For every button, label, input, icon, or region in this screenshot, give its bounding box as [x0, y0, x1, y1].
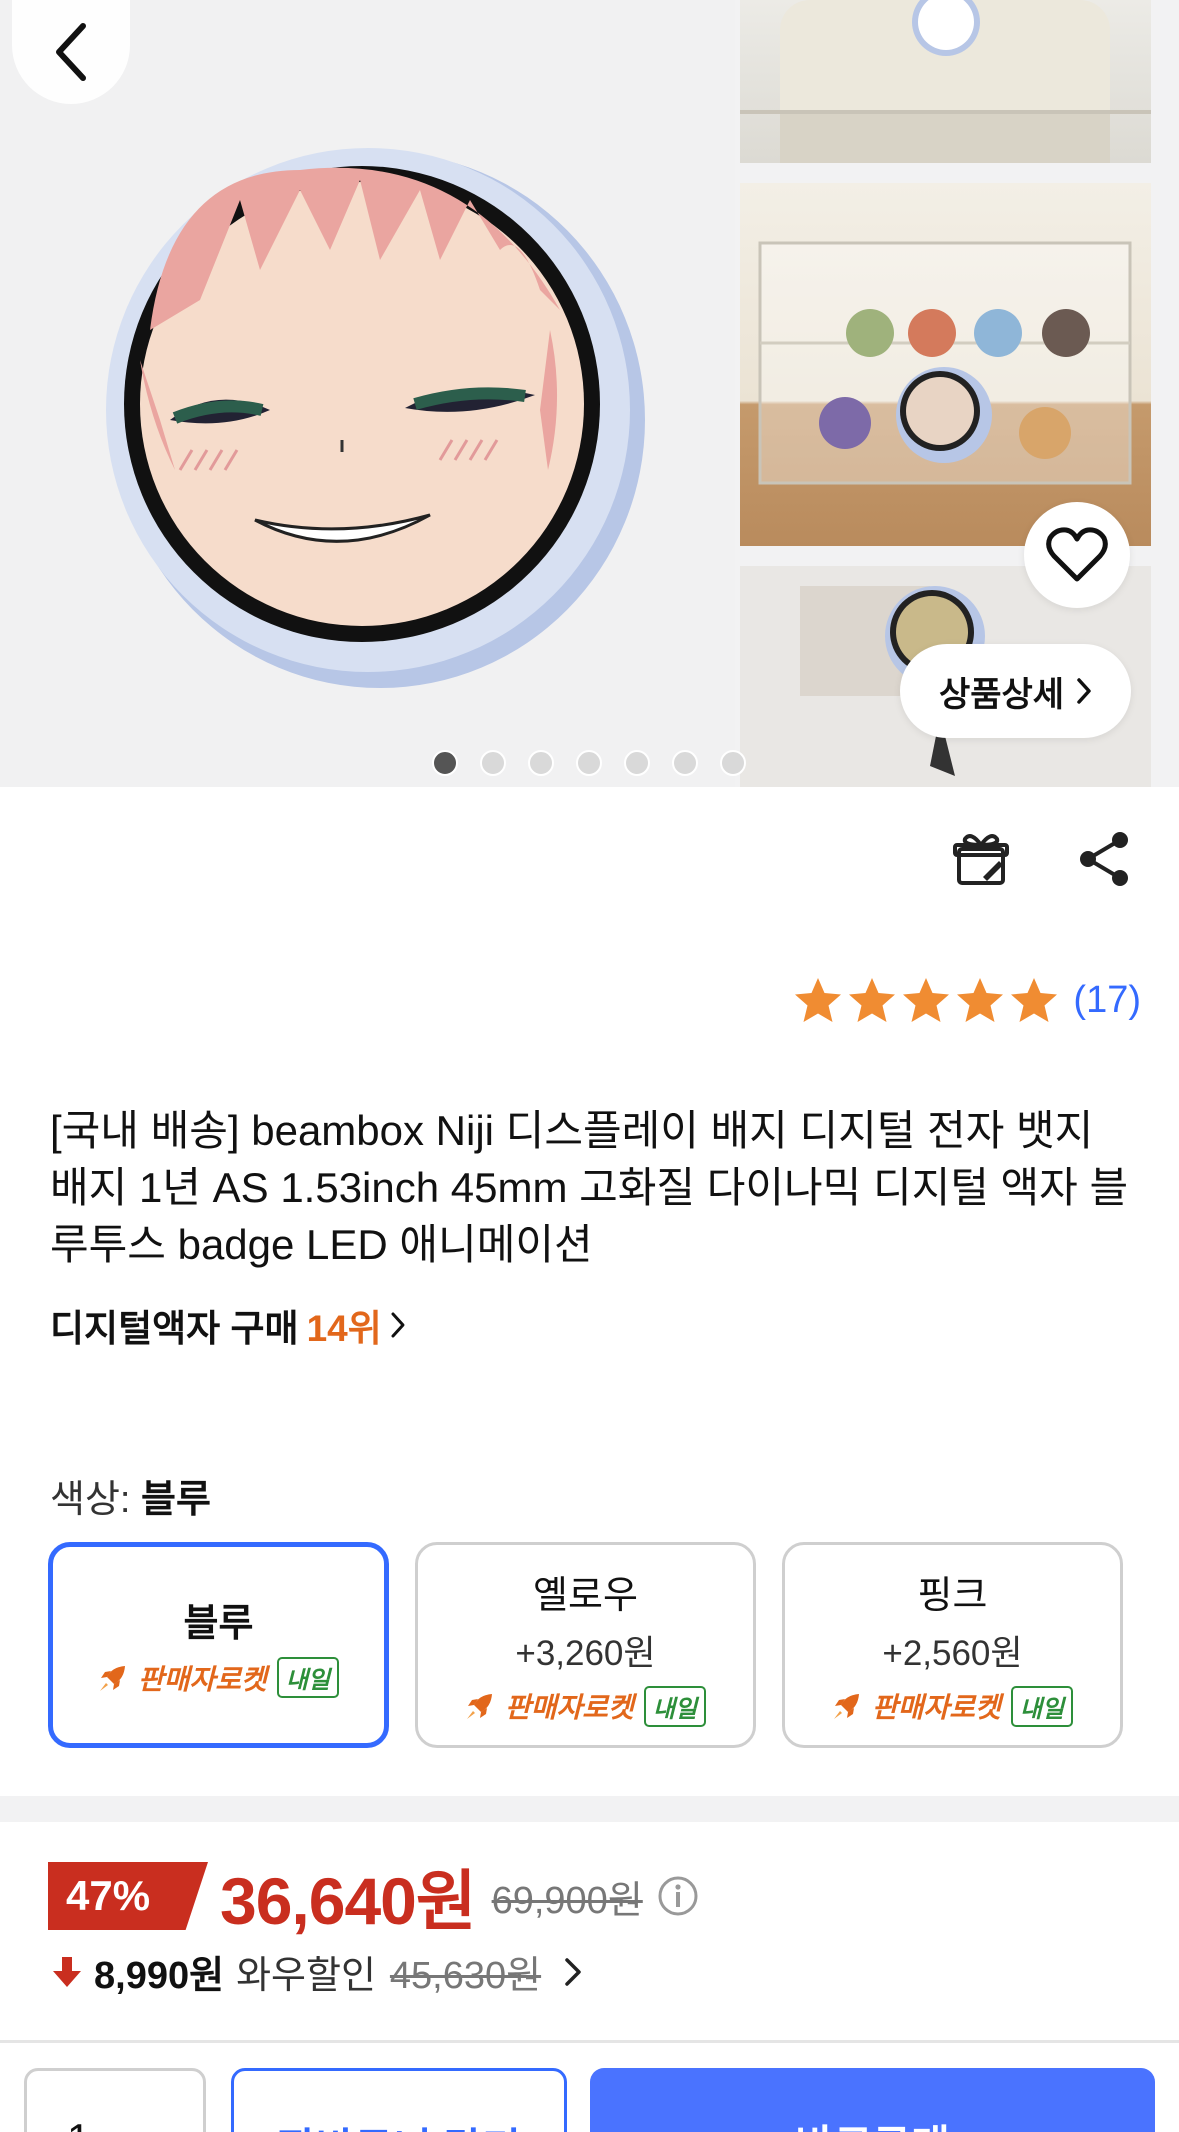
delivery-info: 판매자로켓 내일: [832, 1685, 1073, 1727]
chevron-right-icon: [565, 1957, 581, 1986]
star-icon: [795, 978, 842, 1022]
bottom-bar-rule: [0, 2040, 1179, 2043]
chevron-right-icon: [1077, 678, 1091, 704]
rank-value: 14위: [306, 1308, 382, 1349]
gallery-pagination[interactable]: [432, 750, 746, 776]
color-label-prefix: 색상:: [50, 1479, 131, 1521]
add-to-cart-label: 장바구니 담기: [277, 2115, 521, 2132]
tomorrow-badge: 내일: [643, 1685, 706, 1727]
star-icon: [1011, 978, 1058, 1022]
category-rank[interactable]: 디지털액자 구매 14위: [50, 1298, 406, 1352]
product-detail-button[interactable]: 상품상세: [900, 644, 1131, 738]
section-divider: [0, 1796, 1179, 1822]
share-icon[interactable]: [1077, 830, 1131, 888]
pagination-dot[interactable]: [720, 750, 746, 776]
info-icon[interactable]: [657, 1875, 699, 1917]
option-price: +2,560원: [882, 1633, 1023, 1673]
chevron-right-icon: [391, 1312, 405, 1338]
color-option-card[interactable]: 옐로우 +3,260원판매자로켓 내일: [415, 1542, 756, 1748]
pagination-dot[interactable]: [672, 750, 698, 776]
star-rating: [793, 976, 1059, 1024]
heart-icon: [1046, 527, 1108, 582]
product-rating[interactable]: (17): [793, 976, 1141, 1024]
star-icon: [849, 978, 896, 1022]
backpack-illustration: [740, 0, 1151, 163]
action-icons: [953, 830, 1131, 888]
color-selected-value: 블루: [141, 1479, 211, 1521]
product-detail-label: 상품상세: [938, 675, 1065, 714]
star-icon: [957, 978, 1004, 1022]
chevron-left-icon: [56, 23, 86, 81]
seller-rocket-label: 판매자로켓: [505, 1692, 634, 1723]
rank-prefix: 디지털액자 구매: [50, 1308, 299, 1349]
wow-original-price: 45,630원: [389, 1955, 542, 1997]
option-name: 블루: [183, 1603, 254, 1645]
wow-discount-row[interactable]: 8,990원 와우할인 45,630원: [50, 1944, 583, 1999]
wishlist-button[interactable]: [1024, 502, 1130, 608]
product-title: [국내 배송] beambox Niji 디스플레이 배지 디지털 전자 뱃지 …: [50, 1107, 1129, 1268]
gift-rocket-icon[interactable]: [953, 831, 1009, 887]
thumbnail-backpack[interactable]: [740, 0, 1151, 163]
main-product-image[interactable]: [0, 0, 735, 787]
wow-discount-label: 와우할인: [236, 1955, 376, 1997]
quantity-selector[interactable]: 1: [24, 2068, 206, 2132]
original-price: 69,900원: [491, 1879, 643, 1922]
option-price: +3,260원: [515, 1633, 656, 1673]
rocket-icon: [834, 1694, 859, 1719]
discount-badge: 47%: [48, 1862, 208, 1930]
rocket-icon: [467, 1694, 492, 1719]
wow-discount-amount: 8,990원: [94, 1955, 225, 1997]
add-to-cart-button[interactable]: 장바구니 담기: [231, 2068, 567, 2132]
color-option-card[interactable]: 블루판매자로켓 내일: [48, 1542, 389, 1748]
review-count[interactable]: (17): [1073, 979, 1141, 1022]
delivery-info: 판매자로켓 내일: [465, 1685, 706, 1727]
buy-now-button[interactable]: 바로구매: [590, 2068, 1155, 2132]
pagination-dot[interactable]: [432, 750, 458, 776]
tomorrow-badge: 내일: [1010, 1685, 1073, 1727]
pagination-dot[interactable]: [480, 750, 506, 776]
delivery-info: 판매자로켓 내일: [98, 1657, 339, 1698]
price-row: 47% 36,640원 69,900원: [48, 1848, 699, 1944]
badge-character-illustration: [106, 148, 645, 688]
rocket-icon: [100, 1665, 125, 1691]
buy-now-label: 바로구매: [795, 2112, 950, 2132]
pagination-dot[interactable]: [528, 750, 554, 776]
product-image-gallery[interactable]: 상품상세: [0, 0, 1179, 787]
option-name: 옐로우: [533, 1574, 638, 1617]
sale-price: 36,640원: [220, 1864, 477, 1938]
color-option-card[interactable]: 핑크 +2,560원판매자로켓 내일: [782, 1542, 1123, 1748]
thumbnail-display-case[interactable]: [740, 183, 1151, 546]
tomorrow-badge: 내일: [276, 1657, 339, 1698]
color-option-label: 색상: 블루: [50, 1468, 211, 1523]
seller-rocket-label: 판매자로켓: [872, 1692, 1001, 1723]
pagination-dot[interactable]: [576, 750, 602, 776]
pagination-dot[interactable]: [624, 750, 650, 776]
arrow-down-icon: [53, 1956, 81, 1987]
seller-rocket-label: 판매자로켓: [138, 1663, 267, 1695]
option-name: 핑크: [917, 1574, 988, 1617]
color-options: 블루 판매자로켓 내일 옐로우 +3,260원 판매자로켓 내일 핑크 +2,560원 판매자로켓…: [48, 1542, 1123, 1748]
display-case-illustration: [758, 241, 1132, 485]
star-icon: [903, 978, 950, 1022]
